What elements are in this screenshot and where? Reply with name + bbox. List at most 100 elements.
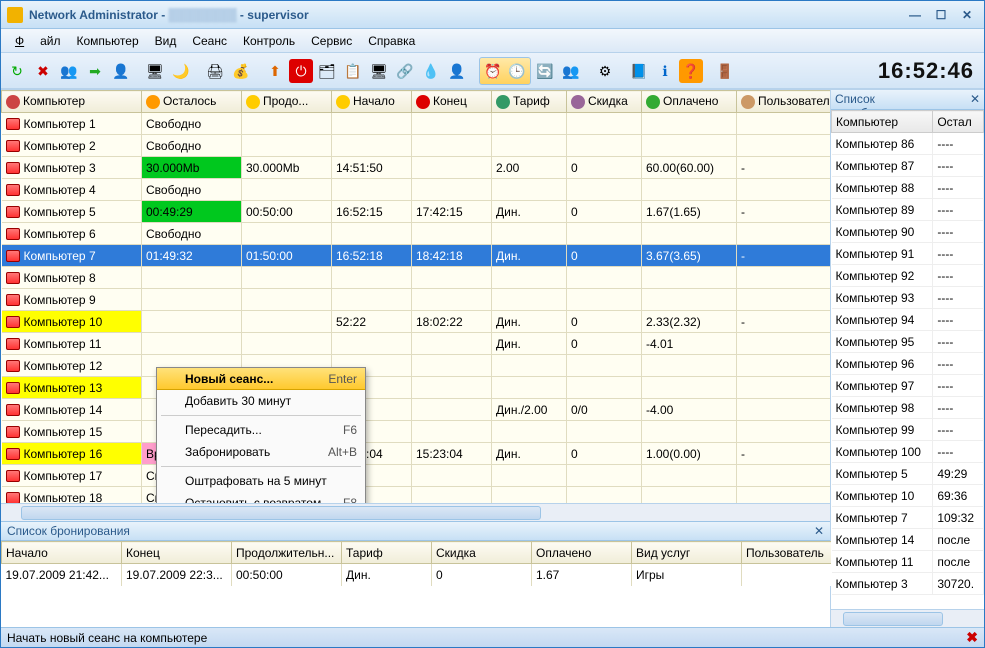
table-row[interactable]: Компьютер 16Время вышло00:30:0014:53:041… bbox=[2, 443, 831, 465]
list-item[interactable]: Компьютер 92---- bbox=[832, 265, 984, 287]
booking-row[interactable]: 19.07.2009 21:42... 19.07.2009 22:3... 0… bbox=[2, 564, 932, 586]
table-row[interactable]: Компьютер 2Свободно bbox=[2, 135, 831, 157]
table-row[interactable]: Компьютер 1052:2218:02:22Дин.02.33(2.32)… bbox=[2, 311, 831, 333]
table-row[interactable]: Компьютер 1Свободно bbox=[2, 113, 831, 135]
bh-dur[interactable]: Продолжительн... bbox=[232, 542, 342, 564]
table-row[interactable]: Компьютер 11Дин.0-4.01 bbox=[2, 333, 831, 355]
list-item[interactable]: Компьютер 11после bbox=[832, 551, 984, 573]
list-item[interactable]: Компьютер 91---- bbox=[832, 243, 984, 265]
tb-cards-icon[interactable]: 🗂 bbox=[315, 59, 339, 83]
close-button[interactable]: ✕ bbox=[956, 6, 978, 24]
tb-power-icon[interactable]: ⏻ bbox=[289, 59, 313, 83]
table-row[interactable]: Компьютер 17Свободно bbox=[2, 465, 831, 487]
table-row[interactable]: Компьютер 15 bbox=[2, 421, 831, 443]
h-paid[interactable]: Оплачено bbox=[642, 91, 737, 113]
table-row[interactable]: Компьютер 701:49:3201:50:0016:52:1818:42… bbox=[2, 245, 831, 267]
table-row[interactable]: Компьютер 500:49:2900:50:0016:52:1517:42… bbox=[2, 201, 831, 223]
list-item[interactable]: Компьютер 87---- bbox=[832, 155, 984, 177]
tb-drop-icon[interactable]: 💧 bbox=[419, 59, 443, 83]
list-item[interactable]: Компьютер 7109:32 bbox=[832, 507, 984, 529]
tb-up-icon[interactable]: ⬆ bbox=[263, 59, 287, 83]
tb-person-icon[interactable]: 👤 bbox=[445, 59, 469, 83]
bh-service[interactable]: Вид услуг bbox=[632, 542, 742, 564]
table-row[interactable]: Компьютер 13 bbox=[2, 377, 831, 399]
main-grid[interactable]: Компьютер Осталось Продо... Начало Конец… bbox=[1, 90, 830, 503]
h-discount[interactable]: Скидка bbox=[567, 91, 642, 113]
bh-end[interactable]: Конец bbox=[122, 542, 232, 564]
menu-control[interactable]: Контроль bbox=[235, 32, 303, 50]
bh-paid[interactable]: Оплачено bbox=[532, 542, 632, 564]
tb-book-icon[interactable]: 📘 bbox=[627, 59, 651, 83]
list-item[interactable]: Компьютер 88---- bbox=[832, 177, 984, 199]
tb-users-icon[interactable]: 👥 bbox=[57, 59, 81, 83]
status-close-icon[interactable]: ✖ bbox=[966, 629, 978, 646]
ctx-fine[interactable]: Оштрафовать на 5 минут bbox=[157, 470, 365, 492]
maximize-button[interactable]: ☐ bbox=[930, 6, 952, 24]
list-item[interactable]: Компьютер 94---- bbox=[832, 309, 984, 331]
ctx-stop[interactable]: Остановить с возвратомF8 bbox=[157, 492, 365, 503]
list-item[interactable]: Компьютер 330720. bbox=[832, 573, 984, 595]
table-row[interactable]: Компьютер 1452:39Дин./2.000/0-4.00 bbox=[2, 399, 831, 421]
bh-tariff[interactable]: Тариф bbox=[342, 542, 432, 564]
list-item[interactable]: Компьютер 93---- bbox=[832, 287, 984, 309]
side-grid[interactable]: Компьютер Остал Компьютер 86----Компьюте… bbox=[831, 110, 984, 609]
tb-group-icon[interactable]: 👥 bbox=[559, 59, 583, 83]
menu-file[interactable]: Файл bbox=[7, 32, 69, 50]
list-item[interactable]: Компьютер 97---- bbox=[832, 375, 984, 397]
tb-help-icon[interactable]: ❓ bbox=[679, 59, 703, 83]
h-tariff[interactable]: Тариф bbox=[492, 91, 567, 113]
table-row[interactable]: Компьютер 6Свободно bbox=[2, 223, 831, 245]
sh-remaining[interactable]: Остал bbox=[933, 111, 984, 133]
booking-grid[interactable]: Начало Конец Продолжительн... Тариф Скид… bbox=[1, 541, 830, 627]
tb-info-icon[interactable]: ℹ bbox=[653, 59, 677, 83]
list-item[interactable]: Компьютер 95---- bbox=[832, 331, 984, 353]
list-item[interactable]: Компьютер 99---- bbox=[832, 419, 984, 441]
ctx-add-30min[interactable]: Добавить 30 минут bbox=[157, 390, 365, 412]
h-end[interactable]: Конец bbox=[412, 91, 492, 113]
table-row[interactable]: Компьютер 12 bbox=[2, 355, 831, 377]
main-h-scrollbar[interactable] bbox=[1, 503, 830, 521]
tb-link-icon[interactable]: 🔗 bbox=[393, 59, 417, 83]
h-user[interactable]: Пользователь bbox=[737, 91, 831, 113]
tb-monitor-icon[interactable]: 🖥 bbox=[367, 59, 391, 83]
list-item[interactable]: Компьютер 100---- bbox=[832, 441, 984, 463]
ctx-move[interactable]: Пересадить...F6 bbox=[157, 419, 365, 441]
menu-view[interactable]: Вид bbox=[147, 32, 185, 50]
tb-refresh-icon[interactable]: ↻ bbox=[5, 59, 29, 83]
list-item[interactable]: Компьютер 86---- bbox=[832, 133, 984, 155]
sh-computer[interactable]: Компьютер bbox=[832, 111, 933, 133]
h-duration[interactable]: Продо... bbox=[242, 91, 332, 113]
tb-alarm-icon[interactable]: ⏰ bbox=[481, 59, 505, 83]
minimize-button[interactable]: — bbox=[904, 6, 926, 24]
bh-discount[interactable]: Скидка bbox=[432, 542, 532, 564]
tb-user-icon[interactable]: 👤 bbox=[109, 59, 133, 83]
list-item[interactable]: Компьютер 89---- bbox=[832, 199, 984, 221]
list-item[interactable]: Компьютер 90---- bbox=[832, 221, 984, 243]
side-close-icon[interactable]: ✕ bbox=[970, 92, 980, 107]
tb-print-icon[interactable]: 🖨 bbox=[203, 59, 227, 83]
table-row[interactable]: Компьютер 18Свободно bbox=[2, 487, 831, 504]
list-item[interactable]: Компьютер 96---- bbox=[832, 353, 984, 375]
tb-copy-icon[interactable]: 📋 bbox=[341, 59, 365, 83]
tb-screen-icon[interactable]: 🖥 bbox=[143, 59, 167, 83]
list-item[interactable]: Компьютер 98---- bbox=[832, 397, 984, 419]
menu-computer[interactable]: Компьютер bbox=[69, 32, 147, 50]
h-computer[interactable]: Компьютер bbox=[2, 91, 142, 113]
h-start[interactable]: Начало bbox=[332, 91, 412, 113]
side-h-scrollbar[interactable] bbox=[831, 609, 984, 627]
table-row[interactable]: Компьютер 8 bbox=[2, 267, 831, 289]
menu-session[interactable]: Сеанс bbox=[184, 32, 235, 50]
tb-clock-icon[interactable]: 🕒 bbox=[505, 59, 529, 83]
tb-moon-icon[interactable]: 🌙 bbox=[169, 59, 193, 83]
list-item[interactable]: Компьютер 1069:36 bbox=[832, 485, 984, 507]
tb-refresh2-icon[interactable]: 🔄 bbox=[533, 59, 557, 83]
scrollbar-thumb[interactable] bbox=[843, 612, 943, 626]
ctx-new-session[interactable]: Новый сеанс...Enter bbox=[157, 368, 365, 390]
tb-go-icon[interactable]: ➡ bbox=[83, 59, 107, 83]
bh-start[interactable]: Начало bbox=[2, 542, 122, 564]
tb-gear-icon[interactable]: ⚙ bbox=[593, 59, 617, 83]
list-item[interactable]: Компьютер 549:29 bbox=[832, 463, 984, 485]
ctx-book[interactable]: ЗабронироватьAlt+B bbox=[157, 441, 365, 463]
scrollbar-thumb[interactable] bbox=[21, 506, 541, 520]
table-row[interactable]: Компьютер 330.000Mb30.000Mb14:51:502.000… bbox=[2, 157, 831, 179]
